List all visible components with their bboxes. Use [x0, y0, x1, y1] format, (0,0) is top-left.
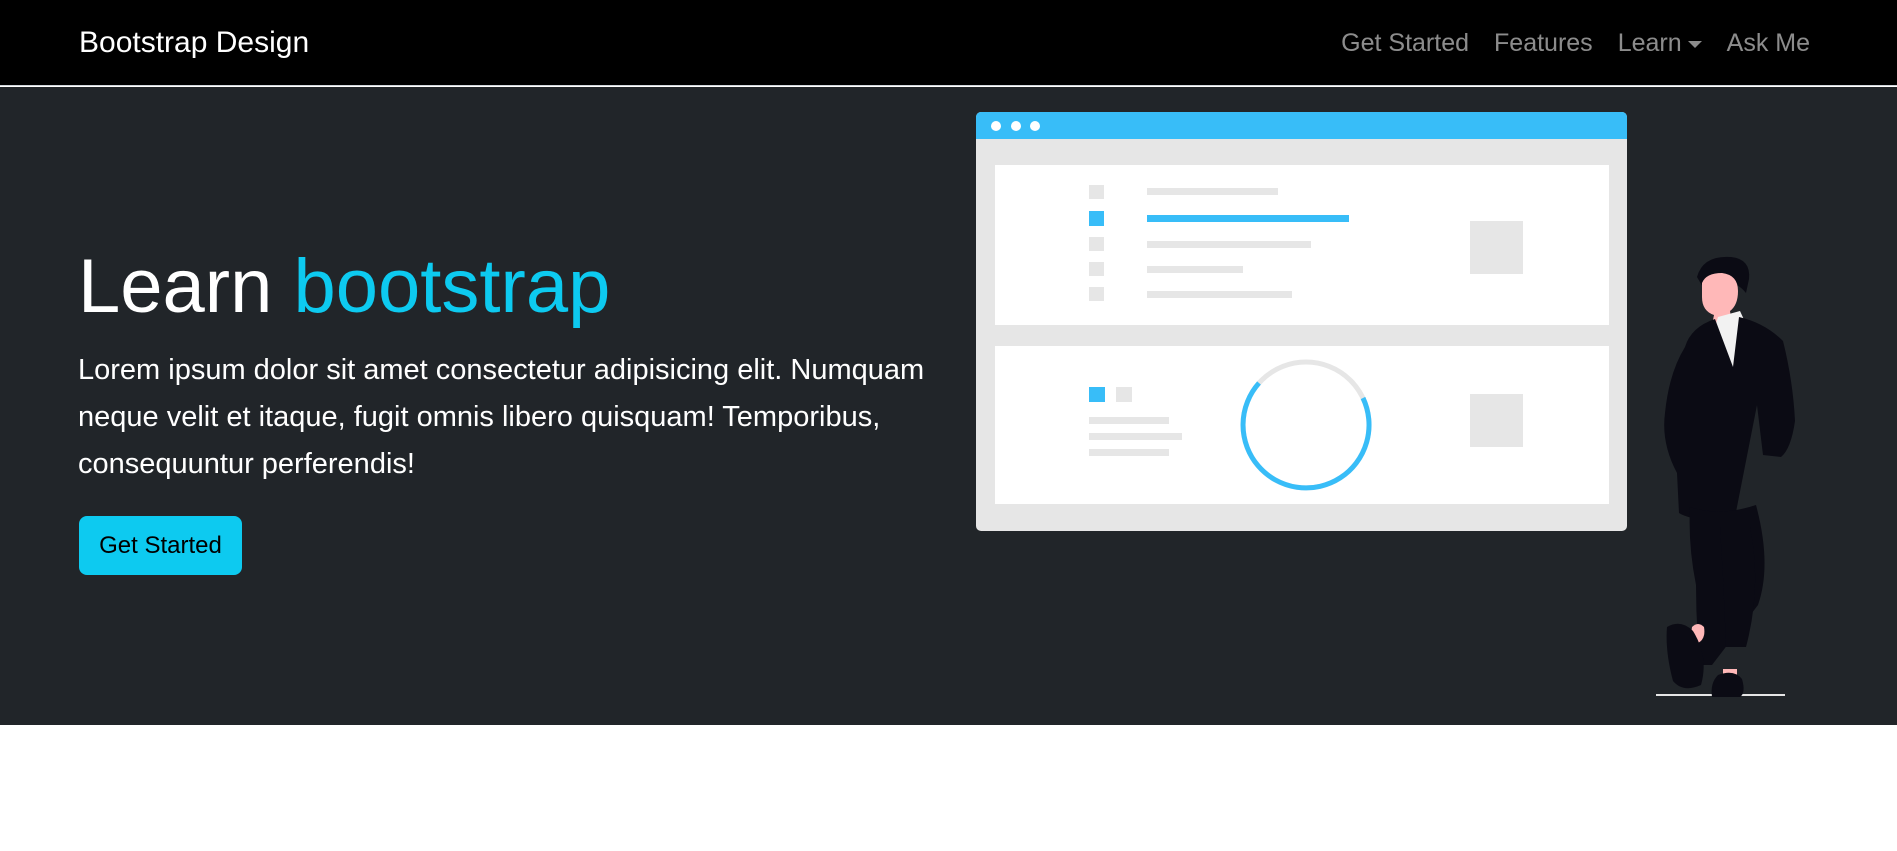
navbar: Bootstrap Design Get Started Features Le…: [0, 0, 1897, 86]
hero-title: Learn bootstrap: [78, 242, 610, 332]
nav-links: Get Started Features Learn Ask Me: [1316, 26, 1810, 60]
nav-link-get-started[interactable]: Get Started: [1341, 26, 1469, 60]
man-figure-graphic: [1656, 256, 1795, 697]
hero-title-main: Learn: [78, 244, 294, 329]
caret-down-icon: [1687, 40, 1702, 48]
nav-link-learn-dropdown[interactable]: Learn: [1618, 26, 1702, 60]
nav-link-features[interactable]: Features: [1494, 26, 1593, 60]
hero-title-accent: bootstrap: [293, 244, 611, 329]
hero-lead: Lorem ipsum dolor sit amet consectetur a…: [78, 354, 925, 480]
nav-link-learn-label: Learn: [1617, 29, 1682, 57]
nav-link-ask-me[interactable]: Ask Me: [1727, 26, 1810, 60]
browser-window-graphic: [976, 112, 1627, 531]
hero-section: Learn bootstrap Lorem ipsum dolor sit am…: [0, 87, 1897, 725]
get-started-button[interactable]: Get Started: [79, 516, 242, 575]
navbar-brand[interactable]: Bootstrap Design: [79, 24, 309, 62]
